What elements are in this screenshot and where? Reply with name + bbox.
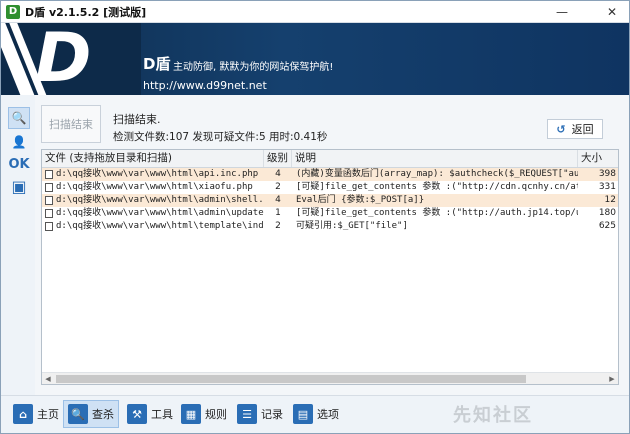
row-level: 4 [275, 169, 281, 179]
scan-status: 扫描结束. [113, 113, 161, 126]
nav-options[interactable]: ▤ 选项 [289, 400, 343, 428]
nav-scan[interactable]: 🔍 查杀 [63, 400, 119, 428]
row-size: 12 [604, 195, 616, 205]
app-icon: D [6, 4, 20, 19]
nav-label: 记录 [261, 408, 283, 421]
nav-home[interactable]: ⌂ 主页 [9, 400, 63, 428]
row-file: d:\qq接收\www\var\www\html\template\index\… [56, 221, 264, 231]
table-row[interactable]: d:\qq接收\www\var\www\html\admin\shell.php… [42, 194, 618, 207]
file-icon [45, 170, 53, 179]
back-arrow-icon: ↺ [556, 122, 566, 136]
nav-label: 规则 [205, 408, 227, 421]
row-file: d:\qq接收\www\var\www\html\xiaofu.php [56, 182, 253, 192]
back-label: 返回 [571, 123, 594, 136]
frame-icon[interactable]: ▣ [8, 175, 30, 197]
row-file: d:\qq接收\www\var\www\html\api.inc.php [56, 169, 259, 179]
logo-letter: D [35, 23, 91, 95]
scroll-left-icon[interactable]: ◀ [42, 373, 54, 385]
row-desc: (内藏)变量函数后门(array_map): $authcheck($_REQU… [296, 169, 578, 179]
table-header: 文件 (支持拖放目录和扫描) 级别 说明 大小 [42, 150, 618, 168]
row-file: d:\qq接收\www\var\www\html\admin\shell.php [56, 195, 264, 205]
horizontal-scrollbar[interactable]: ◀ ▶ [42, 372, 618, 384]
row-file: d:\qq接收\www\var\www\html\admin\update.ph… [56, 208, 264, 218]
table-row[interactable]: d:\qq接收\www\var\www\html\template\index\… [42, 220, 618, 233]
nav-label: 查杀 [92, 408, 114, 421]
row-desc: [可疑]file_get_contents 参数 :("http://auth.… [296, 208, 578, 218]
nav-tools[interactable]: ⚒ 工具 [123, 400, 177, 428]
header-file[interactable]: 文件 (支持拖放目录和扫描) [42, 150, 264, 167]
header-size[interactable]: 大小 [578, 150, 618, 167]
row-size: 398 [598, 169, 616, 179]
back-button[interactable]: ↺ 返回 [547, 119, 603, 139]
row-desc: [可疑]file_get_contents 参数 :("http://cdn.q… [296, 182, 578, 192]
title-bar[interactable]: D D盾 v2.1.5.2 [测试版] — ✕ [1, 1, 629, 23]
file-icon [45, 209, 53, 218]
brand-name: D盾 [143, 55, 171, 73]
search-icon[interactable]: 🔍 [8, 107, 30, 129]
row-size: 331 [598, 182, 616, 192]
file-icon [45, 196, 53, 205]
table-row[interactable]: d:\qq接收\www\var\www\html\admin\update.ph… [42, 207, 618, 220]
ok-glyph: OK [8, 156, 30, 172]
nav-label: 主页 [37, 408, 59, 421]
user-glyph: 👤 [11, 135, 27, 149]
scan-stats: 检测文件数:107 发现可疑文件:5 用时:0.41秒 [113, 131, 328, 143]
user-icon[interactable]: 👤 [8, 131, 30, 153]
row-level: 4 [275, 195, 281, 205]
close-button[interactable]: ✕ [599, 1, 625, 23]
results-table[interactable]: 文件 (支持拖放目录和扫描) 级别 说明 大小 d:\qq接收\www\var\… [41, 149, 619, 385]
nav-rules[interactable]: ▦ 规则 [177, 400, 231, 428]
row-size: 180 [598, 208, 616, 218]
ok-icon[interactable]: OK [8, 153, 30, 175]
brand-url: http://www.d99net.net [143, 79, 267, 92]
watermark: 先知社区 [453, 405, 533, 426]
file-icon [45, 183, 53, 192]
brand-slogan: 主动防御, 默默为你的网站保驾护航! [173, 62, 334, 73]
header-desc[interactable]: 说明 [292, 150, 578, 167]
row-desc: Eval后门 {参数:$_POST[a]} [296, 195, 425, 205]
header-level[interactable]: 级别 [264, 150, 292, 167]
row-level: 1 [275, 208, 281, 218]
row-level: 2 [275, 221, 281, 231]
log-icon: ☰ [237, 404, 257, 424]
header-banner: D D盾 主动防御, 默默为你的网站保驾护航! http://www.d99ne… [1, 23, 629, 95]
scroll-thumb[interactable] [56, 374, 526, 383]
nav-label: 选项 [317, 408, 339, 421]
bottom-nav: ⌂ 主页 🔍 查杀 ⚒ 工具 ▦ 规则 ☰ 记录 ▤ 选项 [1, 395, 629, 433]
app-window: D D盾 v2.1.5.2 [测试版] — ✕ D D盾 主动防御, 默默为你的… [0, 0, 630, 434]
file-icon [45, 222, 53, 231]
options-icon: ▤ [293, 404, 313, 424]
nav-log[interactable]: ☰ 记录 [233, 400, 287, 428]
left-rail: 🔍 👤 OK ▣ [1, 95, 35, 395]
window-title: D盾 v2.1.5.2 [测试版] [25, 5, 147, 19]
tools-icon: ⚒ [127, 404, 147, 424]
logo: D [1, 23, 141, 95]
table-row[interactable]: d:\qq接收\www\var\www\html\xiaofu.php 2 [可… [42, 181, 618, 194]
search-glyph: 🔍 [11, 111, 27, 125]
row-desc: 可疑引用:$_GET["file"] [296, 221, 408, 231]
scan-finished-button[interactable]: 扫描结束 [41, 105, 101, 143]
table-row[interactable]: d:\qq接收\www\var\www\html\api.inc.php 4 (… [42, 168, 618, 181]
minimize-button[interactable]: — [549, 1, 575, 23]
nav-label: 工具 [151, 408, 173, 421]
row-level: 2 [275, 182, 281, 192]
frame-glyph: ▣ [11, 176, 27, 196]
row-size: 625 [598, 221, 616, 231]
scroll-right-icon[interactable]: ▶ [606, 373, 618, 385]
home-icon: ⌂ [13, 404, 33, 424]
search-icon: 🔍 [68, 404, 88, 424]
rules-icon: ▦ [181, 404, 201, 424]
